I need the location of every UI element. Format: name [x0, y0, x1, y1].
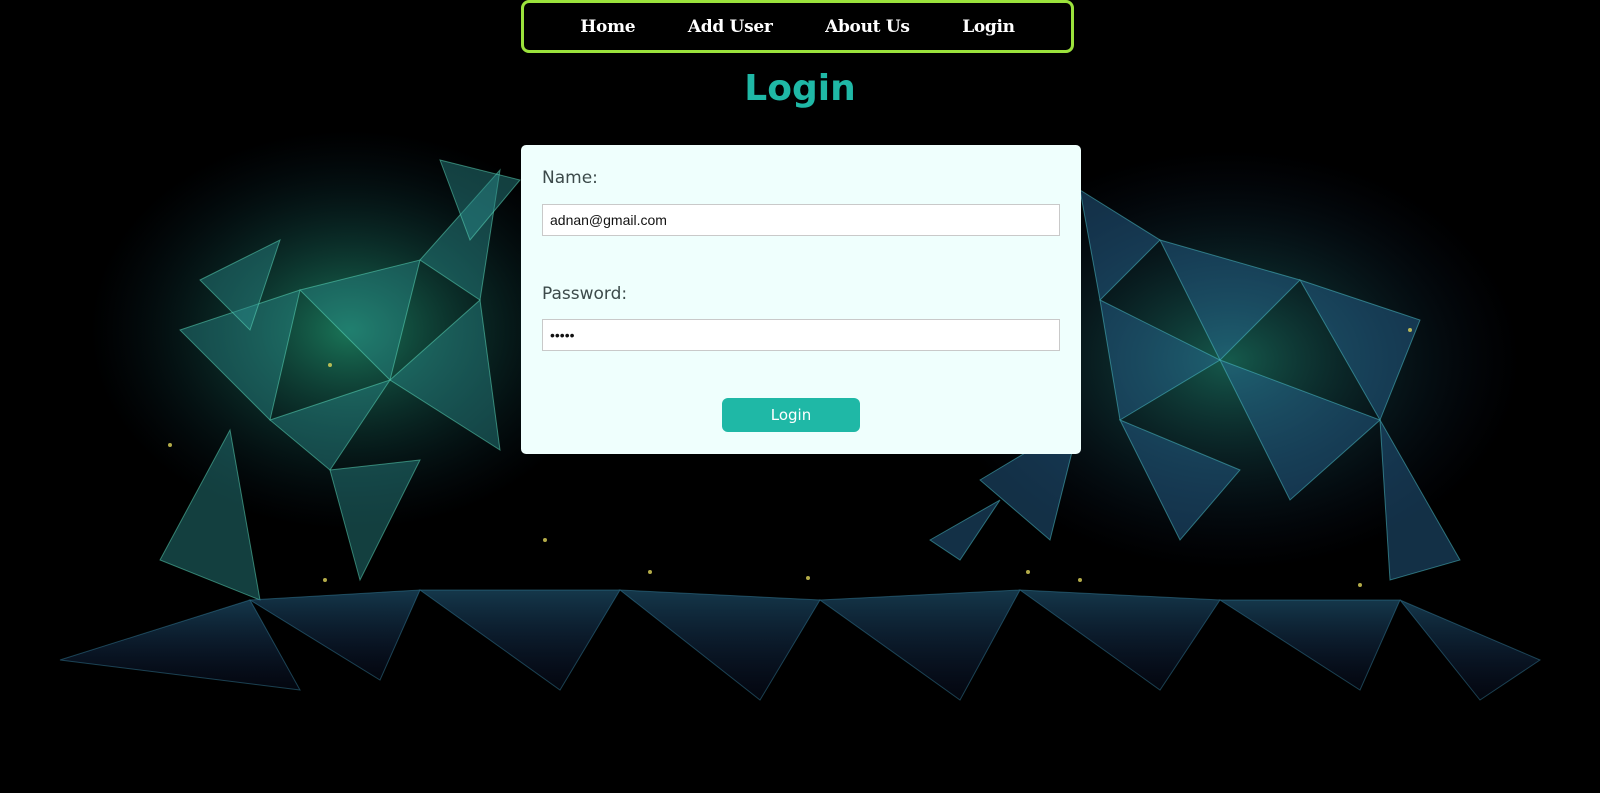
nav-link-add-user[interactable]: Add User	[688, 17, 773, 37]
nav-link-login[interactable]: Login	[962, 17, 1015, 37]
login-button[interactable]: Login	[722, 398, 860, 432]
page-title: Login	[744, 68, 856, 109]
nav-link-home[interactable]: Home	[580, 17, 635, 37]
password-label: Password:	[542, 284, 628, 304]
nav-link-about-us[interactable]: About Us	[825, 17, 910, 37]
password-input[interactable]	[542, 319, 1060, 351]
page: Home Add User About Us Login Login Name:…	[0, 0, 1600, 793]
nav-bar: Home Add User About Us Login	[521, 0, 1074, 53]
name-input[interactable]	[542, 204, 1060, 236]
login-form: Name: Password: Login	[521, 145, 1081, 454]
name-label: Name:	[542, 168, 598, 188]
